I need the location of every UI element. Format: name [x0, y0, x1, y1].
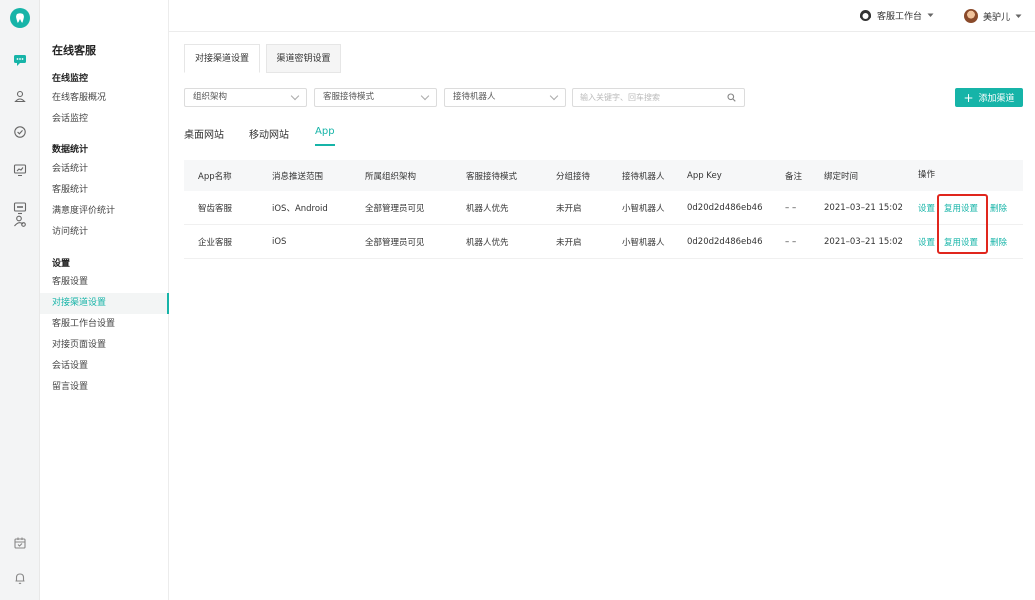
icon-rail [0, 0, 40, 600]
cell-robot: 小智机器人 [622, 237, 665, 248]
cell-group: 未开启 [556, 237, 582, 248]
robot-filter-select[interactable]: 接待机器人 [444, 88, 566, 107]
mode-filter-select[interactable]: 客服接待模式 [314, 88, 437, 107]
user-name: 美驴儿 [983, 12, 1011, 23]
subtab-mobile[interactable]: 移动网站 [249, 126, 289, 146]
cell-org: 全部管理员可见 [365, 237, 425, 248]
menu-group-stats: 数据统计 [52, 145, 89, 155]
search-input[interactable] [573, 89, 713, 106]
cell-app-key: 0d20d2d486eb46 [687, 236, 763, 247]
menu-item-satisfaction-stats[interactable]: 满意度评价统计 [40, 201, 169, 222]
mode-filter-value: 客服接待模式 [323, 92, 375, 102]
table-header: App名称 消息推送范围 所属组织架构 客服接待模式 分组接待 接待机器人 Ap… [184, 160, 1023, 191]
add-channel-label: 添加渠道 [978, 94, 1015, 104]
cell-org: 全部管理员可见 [365, 203, 425, 214]
cell-push-scope: iOS、Android [272, 203, 328, 214]
user-pin-icon[interactable] [12, 88, 28, 104]
col-org: 所属组织架构 [365, 171, 417, 182]
cell-mode: 机器人优先 [466, 237, 509, 248]
cell-app-key: 0d20d2d486eb46 [687, 202, 763, 213]
subtab-desktop[interactable]: 桌面网站 [184, 126, 224, 146]
chevron-down-icon [290, 91, 300, 101]
col-push-scope: 消息推送范围 [272, 171, 324, 182]
cell-robot: 小智机器人 [622, 203, 665, 214]
clock-check-icon[interactable] [12, 124, 28, 140]
col-app-key: App Key [687, 170, 722, 181]
cell-group: 未开启 [556, 203, 582, 214]
workspace-label: 客服工作台 [877, 12, 923, 22]
caret-down-icon [1015, 14, 1022, 18]
copy-settings-link[interactable]: 复用设置 [944, 225, 978, 258]
main-content: 对接渠道设置 渠道密钥设置 组织架构 客服接待模式 接待机器人 + 添加渠道 桌… [169, 32, 1035, 600]
chevron-down-icon [420, 91, 430, 101]
top-header: 客服工作台 美驴儿 [169, 0, 1035, 32]
cell-note: – – [785, 202, 797, 213]
cell-app-name: 企业客服 [198, 237, 233, 248]
table-row: 智齿客服 iOS、Android 全部管理员可见 机器人优先 未开启 小智机器人… [184, 191, 1023, 225]
menu-item-agent-settings[interactable]: 客服设置 [40, 272, 169, 293]
subtab-app[interactable]: App [315, 126, 335, 146]
settings-link[interactable]: 设置 [918, 225, 935, 258]
tab-channel-settings[interactable]: 对接渠道设置 [184, 44, 260, 73]
table-row: 企业客服 iOS 全部管理员可见 机器人优先 未开启 小智机器人 0d20d2d… [184, 225, 1023, 259]
chat-icon[interactable] [12, 52, 28, 68]
col-group: 分组接待 [556, 171, 591, 182]
cell-note: – – [785, 236, 797, 247]
menu-group-settings: 设置 [52, 259, 71, 269]
menu-title: 在线客服 [52, 44, 96, 57]
plus-icon: + [963, 90, 974, 105]
menu-group-monitor: 在线监控 [52, 74, 89, 84]
cell-bind-time: 2021–03–21 15:02 [824, 236, 903, 247]
org-filter-value: 组织架构 [193, 92, 228, 102]
menu-item-message-settings[interactable]: 留言设置 [40, 377, 169, 398]
menu-item-channel-settings[interactable]: 对接渠道设置 [40, 293, 169, 314]
add-channel-button[interactable]: + 添加渠道 [955, 88, 1023, 107]
workspace-switcher[interactable]: 客服工作台 [859, 9, 934, 22]
cell-app-name: 智齿客服 [198, 203, 233, 214]
user-menu[interactable]: 美驴儿 [964, 9, 1022, 23]
settings-link[interactable]: 设置 [918, 191, 935, 224]
chevron-down-icon [549, 91, 559, 101]
calendar-icon[interactable] [12, 535, 28, 551]
avatar [964, 9, 978, 23]
cell-mode: 机器人优先 [466, 203, 509, 214]
side-menu: 在线客服 在线监控 在线客服概况 会话监控 数据统计 会话统计 客服统计 满意度… [40, 0, 169, 600]
org-filter-select[interactable]: 组织架构 [184, 88, 307, 107]
delete-link[interactable]: 删除 [990, 225, 1007, 258]
cell-bind-time: 2021–03–21 15:02 [824, 202, 903, 213]
menu-item-session-settings[interactable]: 会话设置 [40, 356, 169, 377]
search-icon[interactable] [727, 93, 736, 102]
users-settings-icon[interactable] [12, 213, 28, 229]
caret-down-icon [927, 13, 934, 17]
col-actions: 操作 [918, 170, 936, 180]
tab-channel-key-settings[interactable]: 渠道密钥设置 [266, 44, 341, 73]
menu-item-overview[interactable]: 在线客服概况 [40, 88, 169, 109]
col-note: 备注 [785, 171, 803, 182]
channel-table: App名称 消息推送范围 所属组织架构 客服接待模式 分组接待 接待机器人 Ap… [184, 160, 1023, 259]
col-app-name: App名称 [198, 171, 232, 182]
col-robot: 接待机器人 [622, 171, 665, 182]
monitor-chart-icon[interactable] [12, 162, 28, 178]
search-box [572, 88, 745, 107]
col-mode: 客服接待模式 [466, 171, 518, 182]
menu-item-agent-stats[interactable]: 客服统计 [40, 180, 169, 201]
menu-item-session-stats[interactable]: 会话统计 [40, 159, 169, 180]
col-bind-time: 绑定时间 [824, 171, 859, 182]
menu-item-page-settings[interactable]: 对接页面设置 [40, 335, 169, 356]
headset-icon [860, 10, 871, 21]
menu-item-session-monitor[interactable]: 会话监控 [40, 109, 169, 130]
delete-link[interactable]: 删除 [990, 191, 1007, 224]
menu-item-workbench-settings[interactable]: 客服工作台设置 [40, 314, 169, 335]
bell-icon[interactable] [12, 570, 28, 586]
copy-settings-link[interactable]: 复用设置 [944, 191, 978, 224]
robot-filter-value: 接待机器人 [453, 92, 496, 102]
cell-push-scope: iOS [272, 236, 287, 247]
tooth-logo-icon[interactable] [10, 8, 30, 28]
menu-item-visit-stats[interactable]: 访问统计 [40, 222, 169, 243]
